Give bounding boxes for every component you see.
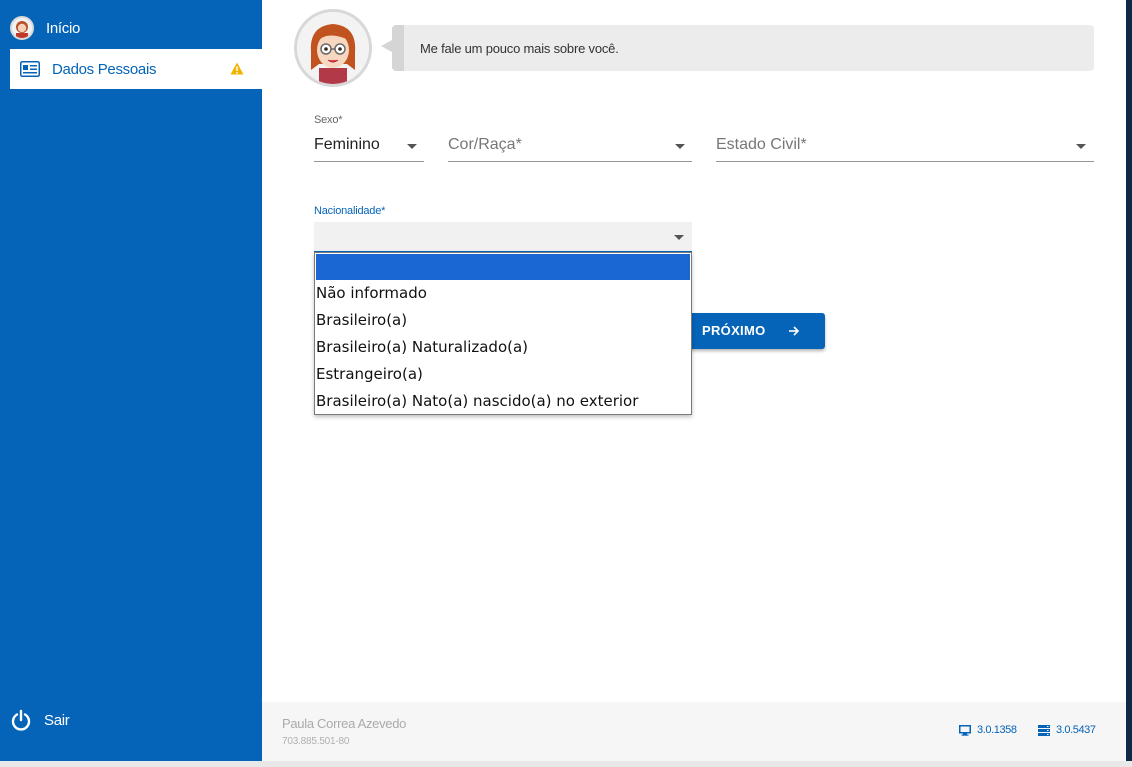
window-edge-bottom: [0, 761, 1132, 767]
logout-label: Sair: [44, 711, 70, 729]
dropdown-option[interactable]: Não informado: [315, 280, 691, 307]
client-version-text: 3.0.1358: [977, 724, 1017, 736]
speech-bubble-tail: [381, 40, 392, 52]
id-card-icon: [20, 61, 40, 77]
assistant-avatar: [294, 9, 372, 87]
logout-button[interactable]: Sair: [10, 708, 70, 732]
sexo-select[interactable]: Sexo* Feminino: [314, 114, 424, 162]
assistant-message-bubble: Me fale um pouco mais sobre você.: [392, 25, 1094, 71]
field-underline: [448, 161, 692, 162]
avatar-icon: [10, 16, 34, 40]
dropdown-option[interactable]: Brasileiro(a) Nato(a) nascido(a) no exte…: [315, 388, 691, 415]
chevron-down-icon: [407, 144, 417, 149]
next-button-label: PRÓXIMO: [702, 323, 766, 338]
dropdown-option[interactable]: Brasileiro(a): [315, 307, 691, 334]
sidebar-item-inicio[interactable]: Início: [10, 14, 80, 42]
nacionalidade-dropdown-list: Não informado Brasileiro(a) Brasileiro(a…: [314, 252, 692, 415]
estado-civil-placeholder: Estado Civil*: [716, 136, 807, 153]
dropdown-option[interactable]: Estrangeiro(a): [315, 361, 691, 388]
server-version-text: 3.0.5437: [1056, 724, 1096, 736]
warning-icon: [230, 62, 244, 75]
nacionalidade-label: Nacionalidade*: [314, 205, 386, 217]
field-underline: [716, 161, 1094, 162]
client-version: 3.0.1358: [959, 724, 1017, 736]
chevron-down-icon: [674, 235, 684, 240]
estado-civil-select[interactable]: Estado Civil*: [716, 114, 1094, 162]
nacionalidade-select[interactable]: [314, 222, 692, 252]
cor-raca-placeholder: Cor/Raça*: [448, 136, 522, 153]
server-version: 3.0.5437: [1038, 724, 1096, 736]
user-name: Paula Correa Azevedo: [282, 716, 407, 731]
window-edge: [1126, 0, 1132, 761]
monitor-icon: [959, 724, 971, 736]
dropdown-option-empty[interactable]: [316, 254, 690, 280]
sexo-value: Feminino: [314, 136, 380, 153]
field-underline: [314, 161, 424, 162]
sidebar-item-label: Dados Pessoais: [52, 60, 157, 78]
arrow-right-icon: [789, 326, 800, 336]
dropdown-option[interactable]: Brasileiro(a) Naturalizado(a): [315, 334, 691, 361]
sidebar: Início Dados Pessoais Sair: [0, 0, 262, 761]
sidebar-item-label: Início: [46, 19, 81, 37]
power-icon: [11, 709, 31, 731]
chevron-down-icon: [1076, 144, 1086, 149]
user-cpf: 703.885.501-80: [282, 736, 350, 747]
sidebar-item-dados-pessoais[interactable]: Dados Pessoais: [10, 49, 262, 89]
assistant-face-icon: [297, 12, 369, 84]
footer: Paula Correa Azevedo 703.885.501-80 3.0.…: [262, 702, 1126, 761]
chevron-down-icon: [675, 144, 685, 149]
assistant-message: Me fale um pouco mais sobre você.: [420, 40, 619, 56]
server-icon: [1038, 724, 1050, 736]
cor-raca-select[interactable]: Cor/Raça*: [448, 114, 692, 162]
sexo-label: Sexo*: [314, 114, 343, 126]
